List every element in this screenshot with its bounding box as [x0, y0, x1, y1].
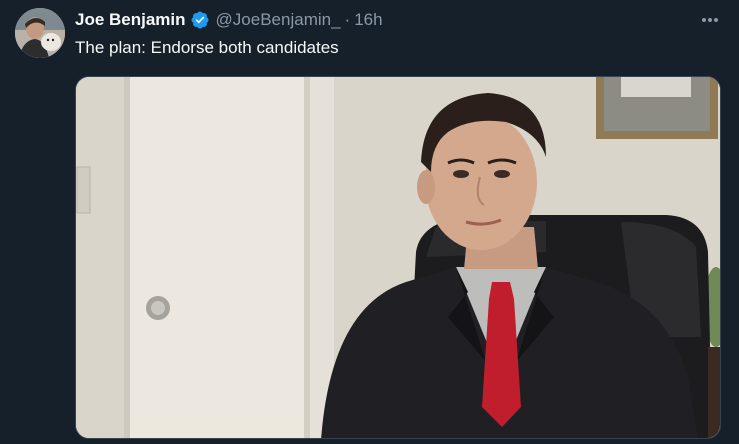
tweet: Joe Benjamin @JoeBenjamin_ · 16h The pla… — [0, 0, 739, 444]
display-name[interactable]: Joe Benjamin — [75, 9, 186, 31]
tweet-media-image[interactable] — [75, 76, 721, 439]
tweet-header: Joe Benjamin @JoeBenjamin_ · 16h — [75, 9, 383, 31]
tweet-text: The plan: Endorse both candidates — [75, 38, 339, 57]
separator-dot: · — [344, 10, 351, 29]
timestamp[interactable]: 16h — [354, 9, 382, 31]
verified-badge-icon[interactable] — [190, 10, 210, 30]
avatar[interactable] — [15, 8, 65, 58]
handle[interactable]: @JoeBenjamin_ — [216, 9, 341, 31]
more-options-icon[interactable] — [699, 10, 721, 30]
